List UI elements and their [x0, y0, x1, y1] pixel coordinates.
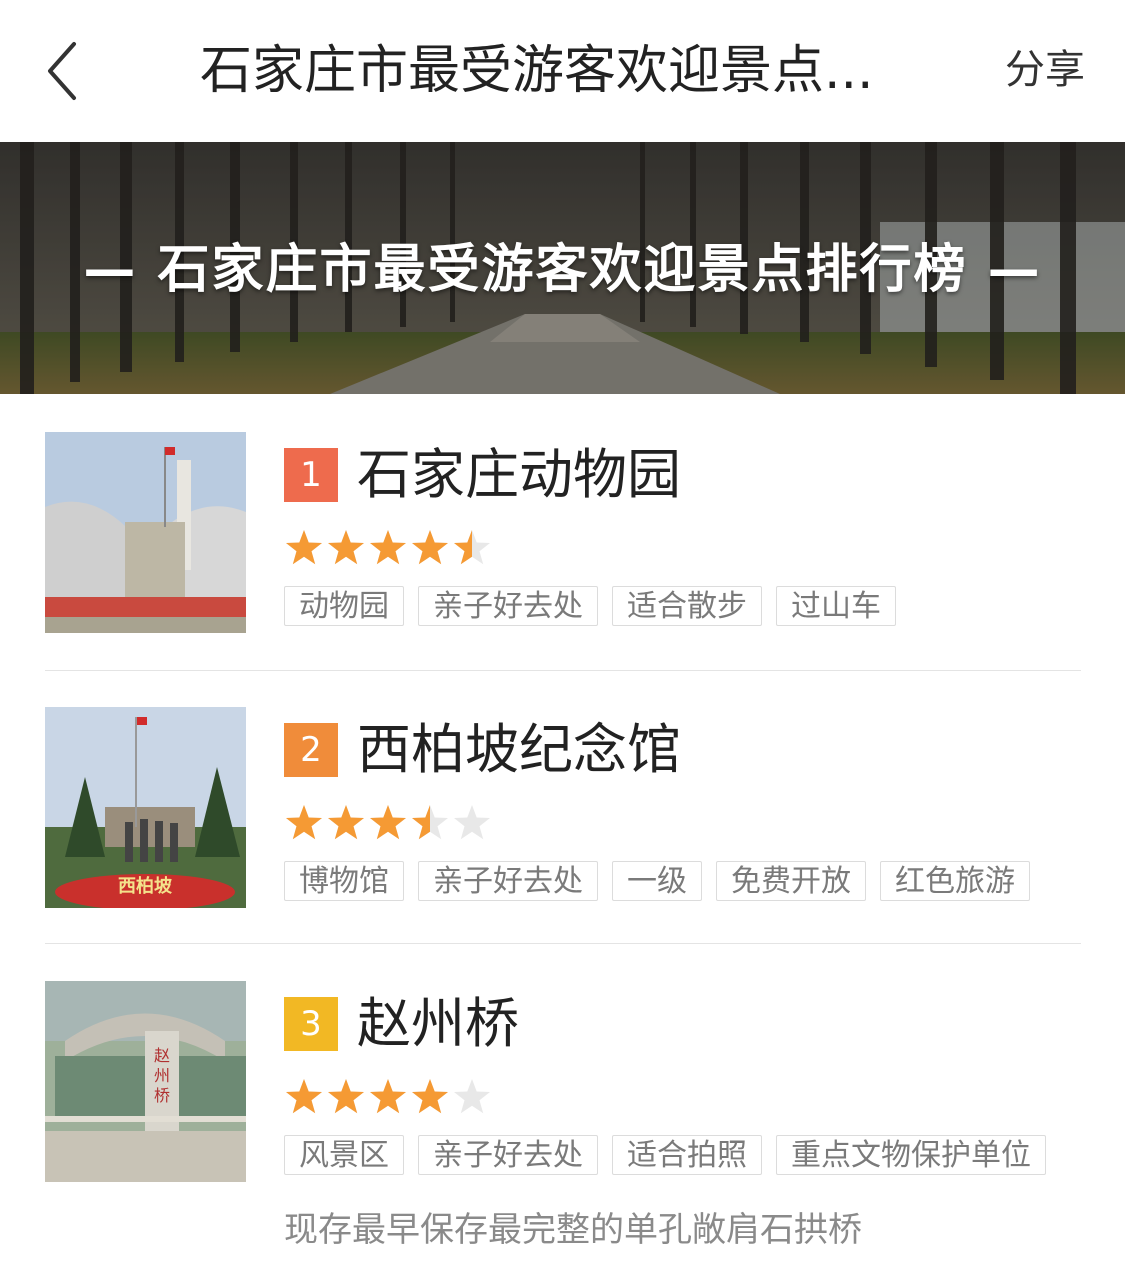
- banner: — 石家庄市最受游客欢迎景点排行榜 —: [0, 142, 1125, 394]
- tag-label: 博物馆: [284, 861, 404, 901]
- svg-text:赵: 赵: [154, 1046, 170, 1065]
- tag-list: 风景区 亲子好去处 适合拍照 重点文物保护单位: [284, 1135, 1046, 1177]
- tag-label: 风景区: [284, 1135, 404, 1175]
- svg-text:州: 州: [154, 1066, 170, 1085]
- star-icon: [412, 530, 448, 565]
- tag-label: 动物园: [284, 586, 404, 626]
- tag-list: 动物园 亲子好去处 适合散步 过山车: [284, 586, 896, 628]
- banner-title: — 石家庄市最受游客欢迎景点排行榜 —: [83, 240, 1042, 300]
- tag-label: 一级: [612, 861, 702, 901]
- star-rating-graphic: [286, 1079, 490, 1114]
- zoo-thumbnail-image: [45, 432, 246, 633]
- tag-label: 适合拍照: [612, 1135, 762, 1175]
- memorial-thumbnail-image: 西柏坡: [45, 707, 246, 908]
- star-icon: [370, 530, 406, 565]
- page-title: 石家庄市最受游客欢迎景点...: [200, 41, 874, 101]
- star-rating-graphic: [286, 805, 490, 840]
- spot-description: 现存最早保存最完整的单孔敞肩石拱桥: [284, 1210, 862, 1250]
- star-icon: [328, 805, 364, 840]
- tag-label: 过山车: [776, 586, 896, 626]
- svg-text:桥: 桥: [154, 1086, 170, 1105]
- rating-stars: [284, 528, 494, 568]
- spot-name: 石家庄动物园: [357, 443, 681, 506]
- star-icon: [412, 805, 448, 840]
- tag-list: 博物馆 亲子好去处 一级 免费开放 红色旅游: [284, 861, 1030, 903]
- share-button[interactable]: 分享: [1005, 40, 1085, 100]
- star-icon: [286, 1079, 322, 1114]
- star-icon: [454, 530, 490, 565]
- rating-stars: [284, 1077, 494, 1117]
- top-nav-bar: 石家庄市最受游客欢迎景点... 分享: [0, 0, 1125, 142]
- tag-label: 免费开放: [716, 861, 866, 901]
- spot-name: 赵州桥: [357, 992, 519, 1055]
- star-icon: [454, 1079, 490, 1114]
- star-icon: [328, 530, 364, 565]
- star-icon: [412, 1079, 448, 1114]
- tag-label: 重点文物保护单位: [776, 1135, 1046, 1175]
- divider: [45, 670, 1081, 671]
- divider: [45, 943, 1081, 944]
- bridge-thumbnail-image: 赵 州 桥: [45, 981, 246, 1182]
- star-icon: [454, 805, 490, 840]
- rank-badge: 3: [284, 997, 338, 1051]
- star-icon: [328, 1079, 364, 1114]
- tag-label: 红色旅游: [880, 861, 1030, 901]
- chevron-left-icon: [48, 42, 76, 100]
- star-rating-graphic: [286, 530, 490, 565]
- star-icon: [370, 1079, 406, 1114]
- svg-text:西柏坡: 西柏坡: [118, 875, 173, 897]
- tag-label: 亲子好去处: [418, 1135, 598, 1175]
- tag-label: 亲子好去处: [418, 861, 598, 901]
- rank-badge: 1: [284, 448, 338, 502]
- tag-label: 适合散步: [612, 586, 762, 626]
- star-icon: [286, 530, 322, 565]
- tag-label: 亲子好去处: [418, 586, 598, 626]
- star-icon: [370, 805, 406, 840]
- rank-badge: 2: [284, 723, 338, 777]
- star-icon: [286, 805, 322, 840]
- back-button[interactable]: [40, 38, 90, 104]
- spot-name: 西柏坡纪念馆: [357, 718, 681, 781]
- rating-stars: [284, 803, 494, 843]
